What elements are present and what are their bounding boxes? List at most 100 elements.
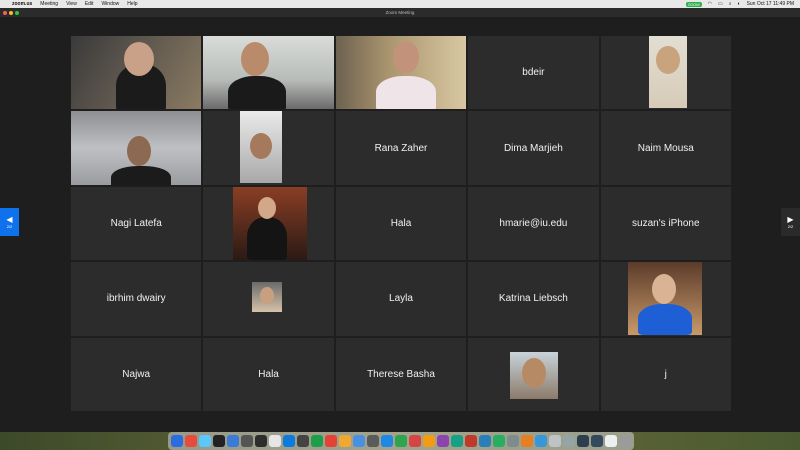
participant-tile-photo[interactable] <box>203 262 334 336</box>
dock-app-icon[interactable] <box>325 435 337 447</box>
menu-meeting[interactable]: Meeting <box>40 1 58 7</box>
participant-tile-video-active-speaker[interactable] <box>335 36 467 110</box>
dock-app-icon[interactable] <box>213 435 225 447</box>
participant-name: Najwa <box>122 368 151 380</box>
dock-app-icon[interactable] <box>619 435 631 447</box>
participant-face <box>124 42 154 76</box>
dock-app-icon[interactable] <box>381 435 393 447</box>
participant-silhouette <box>228 76 287 110</box>
participant-tile[interactable]: Katrina Liebsch <box>468 262 599 336</box>
dock-app-icon[interactable] <box>269 435 281 447</box>
participant-tile-photo[interactable] <box>600 36 731 110</box>
participant-silhouette <box>637 304 692 336</box>
participant-name: Rana Zaher <box>374 142 428 154</box>
participant-name: Katrina Liebsch <box>498 293 568 305</box>
participant-tile[interactable]: Rana Zaher <box>335 111 467 185</box>
search-icon[interactable]: ⌕ <box>729 1 732 7</box>
menu-app-name[interactable]: zoom.us <box>12 1 32 7</box>
participant-name: Hala <box>258 368 279 380</box>
zoom-status-indicator[interactable]: ZOOM <box>685 1 702 7</box>
participant-tile[interactable]: suzan's iPhone <box>600 186 731 261</box>
dock-app-icon[interactable] <box>199 435 211 447</box>
dock-app-icon[interactable] <box>171 435 183 447</box>
menu-window[interactable]: Window <box>101 1 119 7</box>
menubar-clock[interactable]: Sun Oct 17 11:49 PM <box>747 1 794 7</box>
participant-name: hmarie@iu.edu <box>499 217 568 229</box>
previous-page-button[interactable]: ◀ 2/2 <box>0 208 19 236</box>
participant-tile[interactable]: Nagi Latefa <box>71 186 202 261</box>
participant-profile-photo <box>648 36 687 108</box>
participant-name: bdeir <box>522 67 545 79</box>
dock-app-icon[interactable] <box>185 435 197 447</box>
participant-name: Layla <box>389 293 413 305</box>
dock-app-icon[interactable] <box>549 435 561 447</box>
dock-app-icon[interactable] <box>297 435 309 447</box>
dock-app-icon[interactable] <box>577 435 589 447</box>
participant-tile[interactable]: hmarie@iu.edu <box>468 186 599 261</box>
participant-tile-photo[interactable] <box>203 186 334 261</box>
participant-tile[interactable]: Najwa <box>71 337 202 411</box>
dock-app-icon[interactable] <box>605 435 617 447</box>
dock-app-icon[interactable] <box>591 435 603 447</box>
participant-tile-photo[interactable] <box>600 262 731 336</box>
dock-app-icon[interactable] <box>255 435 267 447</box>
participant-tile-photo[interactable] <box>468 337 599 411</box>
participant-tile[interactable]: bdeir <box>468 36 599 110</box>
dock-app-icon[interactable] <box>535 435 547 447</box>
dock-app-icon[interactable] <box>437 435 449 447</box>
dock-app-icon[interactable] <box>563 435 575 447</box>
dock-app-icon[interactable] <box>395 435 407 447</box>
participant-tile[interactable]: Hala <box>203 337 334 411</box>
macos-menu-bar: zoom.us Meeting View Edit Window Help ZO… <box>0 0 800 8</box>
participant-tile[interactable]: Naim Mousa <box>600 111 731 185</box>
dock-app-icon[interactable] <box>241 435 253 447</box>
dock-app-icon[interactable] <box>479 435 491 447</box>
participant-profile-photo <box>627 262 702 336</box>
dock-app-icon[interactable] <box>227 435 239 447</box>
dock-app-icon[interactable] <box>521 435 533 447</box>
participant-name: Hala <box>390 217 412 229</box>
menu-help[interactable]: Help <box>127 1 137 7</box>
participant-name: Therese Basha <box>367 368 435 380</box>
participant-profile-photo <box>239 111 282 184</box>
chevron-left-icon: ◀ <box>6 214 13 224</box>
participant-face <box>655 46 680 74</box>
wifi-icon[interactable]: ◠ <box>708 1 712 7</box>
participant-name: j <box>664 368 667 380</box>
menu-view[interactable]: View <box>66 1 77 7</box>
participant-name: ibrhim dwairy <box>106 293 166 305</box>
window-titlebar: Zoom Meeting <box>0 8 800 17</box>
participant-face <box>258 196 277 219</box>
control-center-icon[interactable]: ◐ <box>738 1 741 7</box>
participant-tile[interactable]: Therese Basha <box>335 337 467 411</box>
dock-app-icon[interactable] <box>367 435 379 447</box>
participant-tile[interactable]: ibrhim dwairy <box>71 262 202 336</box>
participant-tile[interactable]: j <box>600 337 731 411</box>
participant-tile-photo[interactable] <box>203 111 334 185</box>
participant-tile[interactable]: Dima Marjieh <box>468 111 599 185</box>
participant-tile-video-2[interactable] <box>203 36 334 110</box>
menu-edit[interactable]: Edit <box>85 1 94 7</box>
dock-app-icon[interactable] <box>507 435 519 447</box>
status-area: ZOOM ◠ ▭ ⌕ ◐ Sun Oct 17 11:49 PM <box>685 1 794 7</box>
participant-tile[interactable]: Hala <box>335 186 467 261</box>
dock-app-icon[interactable] <box>493 435 505 447</box>
dock-app-icon[interactable] <box>409 435 421 447</box>
participant-name: suzan's iPhone <box>632 217 700 229</box>
dock-app-icon[interactable] <box>311 435 323 447</box>
participant-profile-photo <box>509 351 558 399</box>
dock-app-icon[interactable] <box>353 435 365 447</box>
dock-app-icon[interactable] <box>283 435 295 447</box>
dock-app-icon[interactable] <box>465 435 477 447</box>
participant-silhouette <box>247 216 288 260</box>
participant-tile[interactable]: Layla <box>335 262 467 336</box>
participant-profile-photo <box>251 282 282 313</box>
dock-app-icon[interactable] <box>451 435 463 447</box>
participant-face <box>249 133 272 160</box>
participant-tile-video-4[interactable] <box>71 111 202 185</box>
next-page-button[interactable]: ▶ 2/2 <box>781 208 800 236</box>
participant-tile-video-1[interactable] <box>71 36 202 110</box>
dock-app-icon[interactable] <box>339 435 351 447</box>
dock-app-icon[interactable] <box>423 435 435 447</box>
battery-icon[interactable]: ▭ <box>718 1 723 7</box>
